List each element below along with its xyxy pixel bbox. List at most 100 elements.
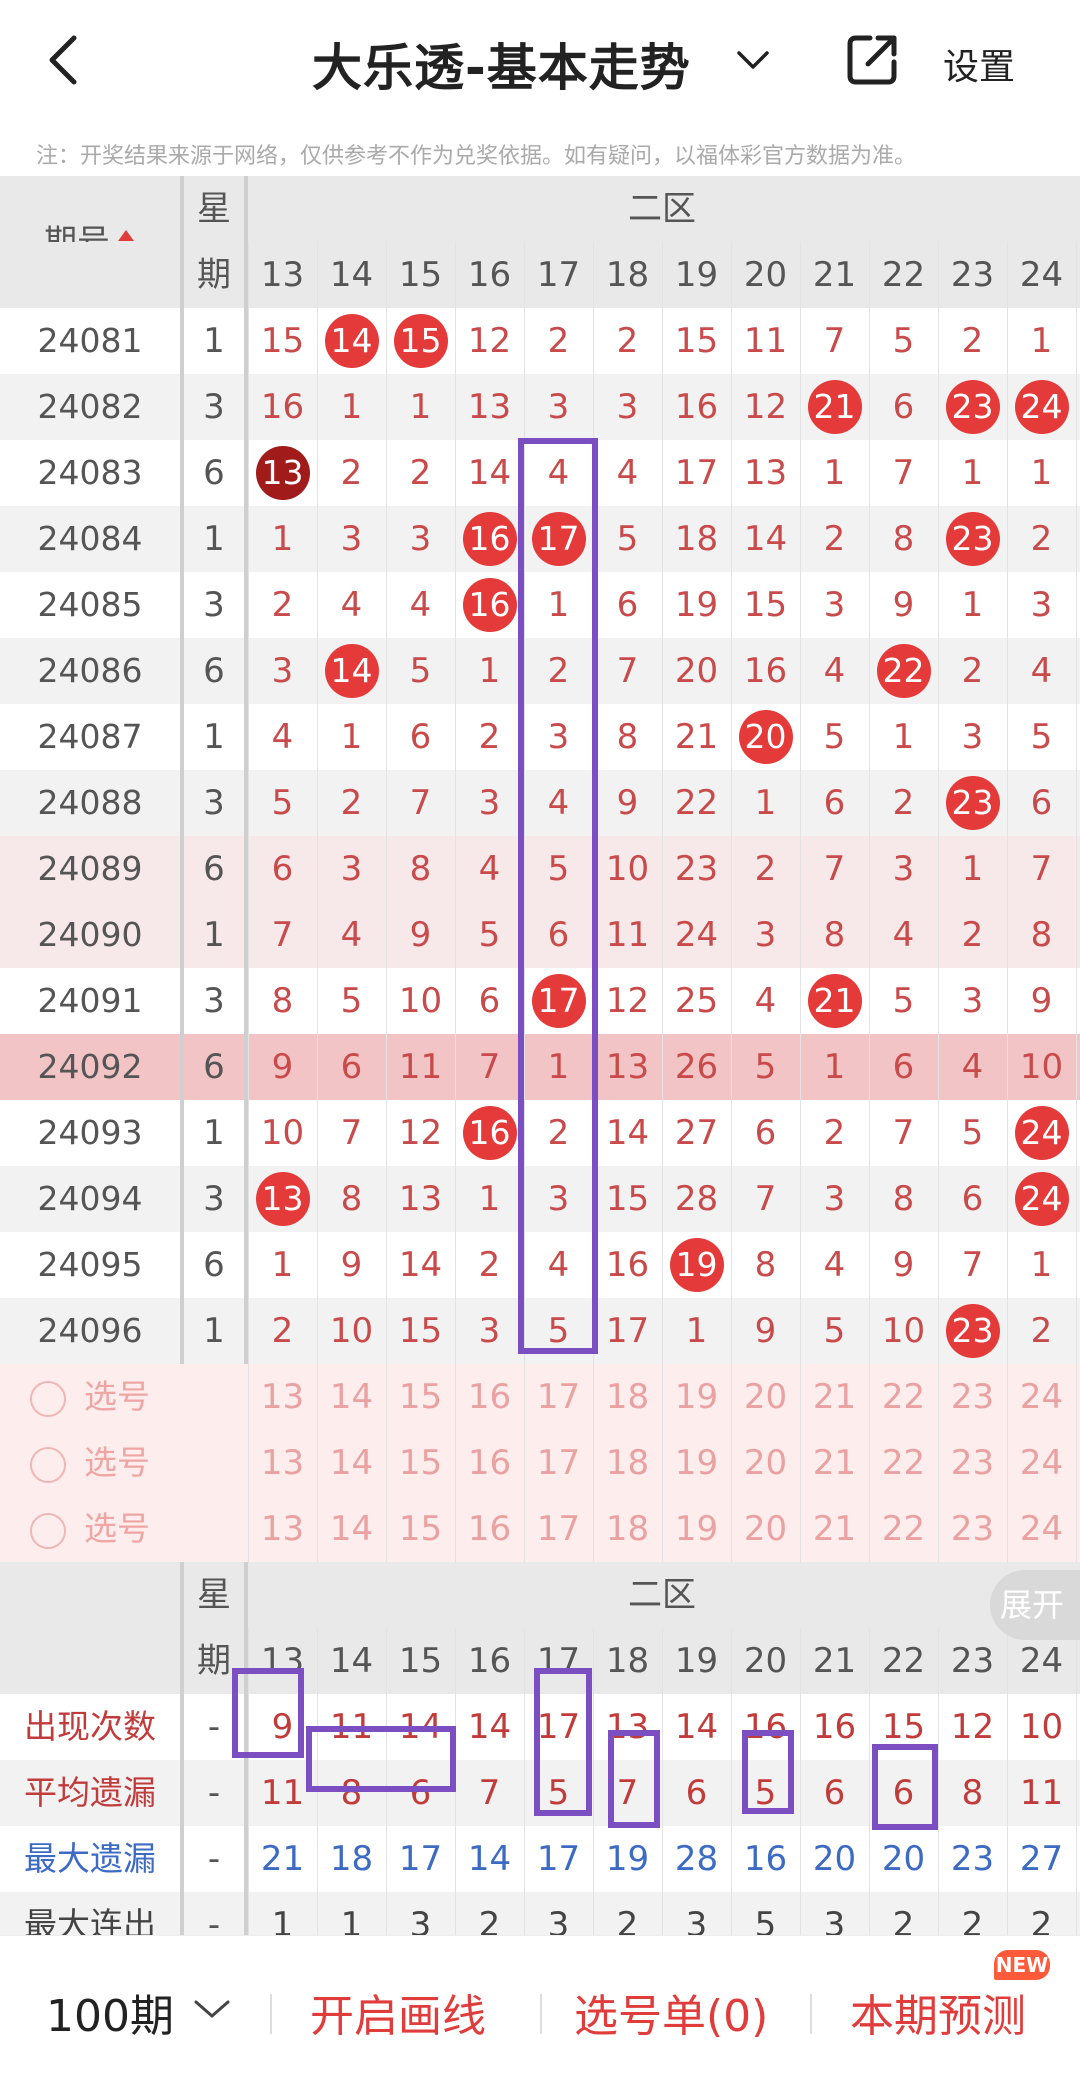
stat-value: 17 [398,1839,443,1879]
column-header: 13 [260,255,305,295]
chevron-down-icon[interactable] [733,45,773,75]
period-selector[interactable]: 100期 [46,1980,174,2044]
column-divider [800,1100,801,1166]
column-divider [662,968,663,1034]
select-number[interactable]: 19 [662,1496,731,1562]
cell: 7 [823,321,846,361]
select-number[interactable]: 13 [248,1364,317,1430]
cell: 1 [409,387,432,427]
column-divider [938,242,939,308]
column-divider [938,968,939,1034]
cell: 13 [248,440,317,506]
select-number[interactable]: 21 [800,1496,869,1562]
select-number[interactable]: 14 [317,1364,386,1430]
cell: 8 [892,1179,915,1219]
stat-value: 7 [478,1773,501,1813]
selection-list-button[interactable]: 选号单(0) [574,1980,768,2044]
share-icon[interactable] [842,30,902,90]
cell: 4 [823,651,846,691]
select-number[interactable]: 14 [317,1430,386,1496]
radio-button[interactable] [30,1446,66,1483]
select-number[interactable]: 15 [386,1364,455,1430]
column-divider [386,1364,387,1430]
stat-value: 8 [961,1773,984,1813]
draw-line-button[interactable]: 开启画线 [310,1980,486,2044]
select-number[interactable]: 15 [386,1496,455,1562]
column-divider [593,308,594,374]
select-number[interactable]: 18 [593,1496,662,1562]
select-number[interactable]: 16 [455,1496,524,1562]
column-divider [800,1232,801,1298]
select-number[interactable]: 21 [800,1430,869,1496]
select-number[interactable]: 14 [317,1496,386,1562]
select-option[interactable]: 选号 [0,1430,180,1496]
stat-label: 平均遗漏 [24,1773,156,1812]
select-number[interactable]: 13 [248,1430,317,1496]
cell: 7 [340,1113,363,1153]
column-divider [455,836,456,902]
column-divider [869,1628,870,1694]
back-arrow-icon[interactable] [40,30,90,90]
cell: 14 [467,453,512,493]
column-divider [248,506,249,572]
cell: 2 [478,1245,501,1285]
select-number[interactable]: 24 [1007,1364,1076,1430]
select-number[interactable]: 17 [524,1496,593,1562]
select-number[interactable]: 17 [524,1430,593,1496]
select-number[interactable]: 22 [869,1496,938,1562]
chevron-down-icon[interactable] [192,1996,232,2022]
radio-button[interactable] [30,1512,66,1549]
radio-button[interactable] [30,1380,66,1417]
column-divider [386,1166,387,1232]
select-number[interactable]: 16 [455,1364,524,1430]
page-title[interactable]: 大乐透-基本走势 [312,28,691,100]
column-divider [248,1166,249,1232]
divider [540,1994,542,2034]
column-divider [386,308,387,374]
select-number[interactable]: 24 [1007,1430,1076,1496]
select-number[interactable]: 20 [731,1364,800,1430]
select-number[interactable]: 18 [593,1364,662,1430]
select-number[interactable]: 20 [731,1430,800,1496]
cell: 16 [674,387,719,427]
column-divider [938,1034,939,1100]
select-number[interactable]: 15 [386,1430,455,1496]
select-option[interactable]: 选号 [0,1496,180,1562]
select-number[interactable]: 24 [1007,1496,1076,1562]
stats-header-top: -星二区 [0,1562,1080,1647]
column-divider [938,374,939,440]
cell: 2 [754,849,777,889]
select-option[interactable]: 选号 [0,1364,180,1430]
settings-button[interactable]: 设置 [943,38,1015,90]
cell: 13 [248,1166,317,1232]
stat-label: 出现次数 [24,1707,156,1746]
select-number[interactable]: 20 [731,1496,800,1562]
cell: 6 [478,981,501,1021]
select-number[interactable]: 23 [938,1364,1007,1430]
cell: 25 [674,981,719,1021]
column-header: 21 [812,1641,857,1681]
issue-number: 24089 [37,849,143,888]
select-number[interactable]: 19 [662,1364,731,1430]
select-number[interactable]: 19 [662,1430,731,1496]
column-divider [662,1430,663,1496]
stat-value: 14 [467,1839,512,1879]
column-divider [248,902,249,968]
column-divider [248,1496,249,1562]
cell: 2 [1030,1311,1053,1351]
select-number[interactable]: 18 [593,1430,662,1496]
select-number[interactable]: 22 [869,1364,938,1430]
expand-button[interactable]: 展开 [990,1570,1080,1640]
select-number[interactable]: 13 [248,1496,317,1562]
select-number[interactable]: 17 [524,1364,593,1430]
prediction-button[interactable]: 本期预测 [850,1980,1026,2044]
select-number[interactable]: 23 [938,1430,1007,1496]
select-number[interactable]: 22 [869,1430,938,1496]
cell: 1 [271,1245,294,1285]
stat-value: 17 [536,1839,581,1879]
week-day: 3 [180,968,248,1034]
column-divider [800,1826,801,1892]
select-number[interactable]: 23 [938,1496,1007,1562]
select-number[interactable]: 16 [455,1430,524,1496]
select-number[interactable]: 21 [800,1364,869,1430]
